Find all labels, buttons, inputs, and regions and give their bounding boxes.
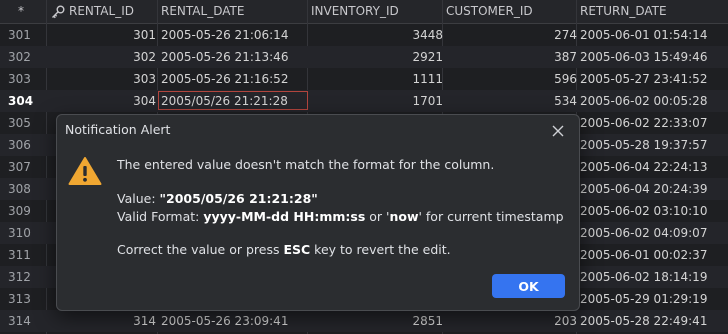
- table-row[interactable]: 314 314 2005-05-26 23:09:41 2851 203 2005-05-…: [0, 310, 728, 332]
- row-number[interactable]: 301: [8, 24, 38, 46]
- cell-rental-date[interactable]: 2005-05-26 23:09:41: [161, 310, 309, 332]
- row-number[interactable]: 309: [8, 200, 38, 222]
- cell-rental-id[interactable]: 302: [52, 46, 156, 68]
- cell-rental-id[interactable]: 303: [52, 68, 156, 90]
- cell-inventory-id[interactable]: 2921: [308, 46, 443, 68]
- cell-return-date[interactable]: 2005-06-04 22:24:13: [580, 156, 728, 178]
- cell-customer-id[interactable]: 274: [446, 24, 577, 46]
- hint-post: key to revert the edit.: [310, 242, 451, 257]
- grid-header: * RENTAL_ID RENTAL_DATE INVENTORY_ID CUS…: [0, 0, 728, 24]
- notification-alert-dialog: Notification Alert The entered value doe…: [56, 114, 580, 311]
- cell-return-date[interactable]: 2005-05-27 23:41:52: [580, 68, 728, 90]
- cell-return-date[interactable]: 2005-06-02 22:33:07: [580, 112, 728, 134]
- cell-customer-id[interactable]: 387: [446, 46, 577, 68]
- cell-customer-id[interactable]: 203: [446, 310, 577, 332]
- column-header-rental-id[interactable]: RENTAL_ID: [69, 0, 134, 23]
- cell-rental-date[interactable]: 2005-05-26 21:13:46: [161, 46, 309, 68]
- row-number[interactable]: 312: [8, 266, 38, 288]
- column-header-rental-date[interactable]: RENTAL_DATE: [161, 0, 244, 23]
- cell-return-date[interactable]: 2005-06-03 15:49:46: [580, 46, 728, 68]
- valid-format: yyyy-MM-dd HH:mm:ss: [203, 209, 366, 224]
- row-number[interactable]: 305: [8, 112, 38, 134]
- cell-return-date[interactable]: 2005-06-01 01:54:14: [580, 24, 728, 46]
- row-number[interactable]: 307: [8, 156, 38, 178]
- column-header-customer-id[interactable]: CUSTOMER_ID: [446, 0, 533, 23]
- cell-inventory-id[interactable]: 1701: [308, 90, 443, 112]
- cell-rental-id[interactable]: 314: [52, 310, 156, 332]
- format-or: or ': [365, 209, 390, 224]
- table-row[interactable]: 304 304 2005/05/26 21:21:28 1701 534 2005-06-…: [0, 90, 728, 112]
- cell-inventory-id[interactable]: 1111: [308, 68, 443, 90]
- cell-return-date[interactable]: 2005-06-02 03:10:10: [580, 200, 728, 222]
- cell-rental-id[interactable]: 304: [52, 90, 156, 112]
- entered-value: "2005/05/26 21:21:28": [159, 191, 318, 206]
- format-line: Valid Format: yyyy-MM-dd HH:mm:ss or 'no…: [117, 209, 564, 224]
- dialog-message: The entered value doesn't match the form…: [117, 157, 495, 172]
- format-label: Valid Format:: [117, 209, 204, 224]
- cell-editor-border[interactable]: [158, 91, 308, 110]
- cell-customer-id[interactable]: 534: [446, 90, 577, 112]
- cell-rental-date[interactable]: 2005-05-26 21:16:52: [161, 68, 309, 90]
- ok-button[interactable]: OK: [492, 274, 565, 298]
- table-row[interactable]: 301 301 2005-05-26 21:06:14 3448 274 2005-06-…: [0, 24, 728, 46]
- hint-line: Correct the value or press ESC key to re…: [117, 242, 451, 257]
- cell-return-date[interactable]: 2005-06-04 20:24:39: [580, 178, 728, 200]
- table-row[interactable]: 302 302 2005-05-26 21:13:46 2921 387 2005-06-…: [0, 46, 728, 68]
- hint-pre: Correct the value or press: [117, 242, 284, 257]
- cell-rental-date[interactable]: 2005-05-26 21:06:14: [161, 24, 309, 46]
- cell-return-date[interactable]: 2005-05-28 22:49:41: [580, 310, 728, 332]
- corner-cell[interactable]: *: [18, 0, 24, 23]
- cell-return-date[interactable]: 2005-06-02 18:14:19: [580, 266, 728, 288]
- value-label: Value:: [117, 191, 160, 206]
- row-number[interactable]: 303: [8, 68, 38, 90]
- key-icon: [52, 5, 65, 19]
- row-number[interactable]: 313: [8, 288, 38, 310]
- column-header-return-date[interactable]: RETURN_DATE: [580, 0, 667, 23]
- row-number[interactable]: 306: [8, 134, 38, 156]
- cell-inventory-id[interactable]: 3448: [308, 24, 443, 46]
- cell-return-date[interactable]: 2005-05-29 01:29:19: [580, 288, 728, 310]
- row-number[interactable]: 314: [8, 310, 38, 332]
- dialog-title: Notification Alert: [65, 122, 171, 137]
- value-line: Value: "2005/05/26 21:21:28": [117, 191, 318, 206]
- column-header-inventory-id[interactable]: INVENTORY_ID: [311, 0, 399, 23]
- cell-return-date[interactable]: 2005-06-02 04:09:07: [580, 222, 728, 244]
- close-icon[interactable]: [549, 122, 567, 140]
- format-tail: ' for current timestamp: [418, 209, 564, 224]
- row-number[interactable]: 308: [8, 178, 38, 200]
- row-number[interactable]: 302: [8, 46, 38, 68]
- now-keyword: now: [389, 209, 419, 224]
- cell-inventory-id[interactable]: 2851: [308, 310, 443, 332]
- cell-return-date[interactable]: 2005-06-02 00:05:28: [580, 90, 728, 112]
- cell-rental-id[interactable]: 301: [52, 24, 156, 46]
- esc-key: ESC: [283, 242, 311, 257]
- table-row[interactable]: 303 303 2005-05-26 21:16:52 1111 596 2005-05-…: [0, 68, 728, 90]
- cell-return-date[interactable]: 2005-06-01 00:02:37: [580, 244, 728, 266]
- row-number[interactable]: 311: [8, 244, 38, 266]
- cell-customer-id[interactable]: 596: [446, 68, 577, 90]
- warning-icon: [68, 157, 102, 185]
- cell-return-date[interactable]: 2005-05-28 19:37:57: [580, 134, 728, 156]
- row-number[interactable]: 310: [8, 222, 38, 244]
- row-number[interactable]: 304: [8, 90, 38, 112]
